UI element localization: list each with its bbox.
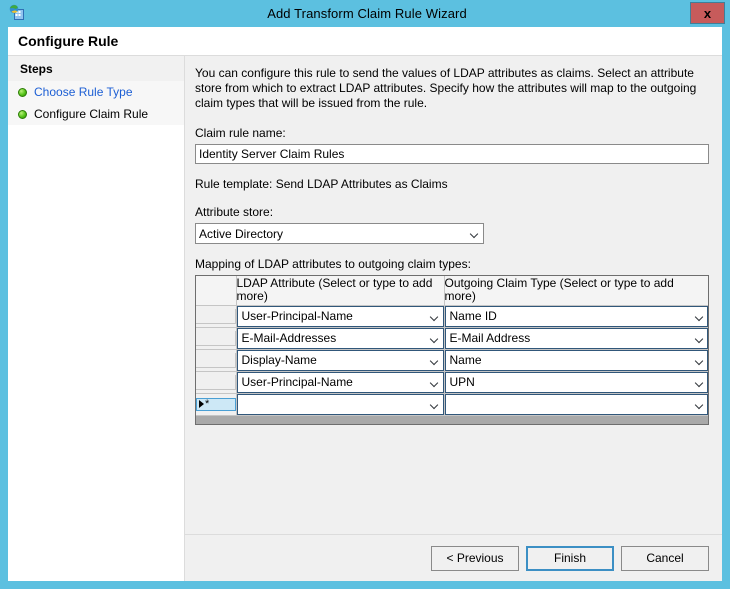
- outgoing-claim-type-cell[interactable]: Name: [444, 349, 708, 372]
- outgoing-claim-type-cell[interactable]: [444, 393, 708, 416]
- outgoing-claim-type-select[interactable]: E-Mail Address: [444, 327, 708, 349]
- steps-heading: Steps: [8, 56, 184, 81]
- page-header: Configure Rule: [8, 27, 722, 55]
- title-bar: Add Transform Claim Rule Wizard x: [0, 0, 730, 27]
- main-content: You can configure this rule to send the …: [185, 56, 722, 534]
- row-selector-cell[interactable]: [196, 371, 237, 394]
- grid-header-ldap-attribute: LDAP Attribute (Select or type to add mo…: [236, 276, 445, 306]
- wizard-frame: Configure Rule Steps Choose Rule Type Co…: [8, 27, 722, 581]
- table-row: User-Principal-Name Name ID: [196, 305, 708, 328]
- attribute-store-value: Active Directory: [199, 226, 284, 241]
- button-bar: < Previous Finish Cancel: [185, 534, 722, 581]
- ldap-attribute-value: E-Mail-Addresses: [241, 331, 337, 345]
- chevron-down-icon: [691, 313, 707, 320]
- ldap-attribute-select[interactable]: User-Principal-Name: [236, 305, 444, 327]
- ldap-attribute-cell[interactable]: User-Principal-Name: [236, 371, 445, 394]
- ldap-attribute-cell[interactable]: Display-Name: [236, 349, 445, 372]
- claim-rule-name-input[interactable]: Identity Server Claim Rules: [195, 144, 709, 164]
- outgoing-claim-type-cell[interactable]: UPN: [444, 371, 708, 394]
- current-row-arrow-icon: [199, 400, 204, 408]
- mapping-label: Mapping of LDAP attributes to outgoing c…: [195, 257, 471, 271]
- ldap-attribute-cell[interactable]: User-Principal-Name: [236, 305, 445, 328]
- outgoing-claim-type-value: E-Mail Address: [449, 331, 531, 345]
- row-selector-cell[interactable]: [196, 327, 237, 350]
- new-row-asterisk: *: [205, 397, 210, 410]
- outgoing-claim-type-select[interactable]: UPN: [444, 371, 708, 393]
- new-row-indicator: *: [196, 397, 236, 411]
- ldap-attribute-select[interactable]: E-Mail-Addresses: [236, 327, 444, 349]
- claim-rule-name-label: Claim rule name:: [195, 126, 286, 140]
- chevron-down-icon: [427, 313, 443, 320]
- outgoing-claim-type-cell[interactable]: E-Mail Address: [444, 327, 708, 350]
- window-title: Add Transform Claim Rule Wizard: [267, 6, 467, 21]
- sidebar-item-choose-rule-type[interactable]: Choose Rule Type: [8, 81, 184, 103]
- outgoing-claim-type-select[interactable]: [444, 393, 708, 415]
- grid-header-rowselector: [196, 276, 237, 306]
- wizard-globe-icon: [8, 4, 26, 22]
- chevron-down-icon: [691, 401, 707, 408]
- table-row-new: *: [196, 393, 708, 416]
- steps-sidebar: Steps Choose Rule Type Configure Claim R…: [8, 56, 185, 581]
- ldap-attribute-select[interactable]: Display-Name: [236, 349, 444, 371]
- ldap-attribute-value: User-Principal-Name: [241, 309, 353, 323]
- table-row: User-Principal-Name UPN: [196, 371, 708, 394]
- outgoing-claim-type-value: Name ID: [449, 309, 497, 323]
- ldap-attribute-value: User-Principal-Name: [241, 375, 353, 389]
- grid-header-outgoing-claim-type: Outgoing Claim Type (Select or type to a…: [444, 276, 708, 306]
- ldap-attribute-value: Display-Name: [241, 353, 317, 367]
- outgoing-claim-type-cell[interactable]: Name ID: [444, 305, 708, 328]
- new-row-selector-cell[interactable]: *: [196, 393, 237, 416]
- attribute-store-select[interactable]: Active Directory: [195, 223, 484, 244]
- body-row: Steps Choose Rule Type Configure Claim R…: [8, 55, 722, 581]
- row-selector-cell[interactable]: [196, 305, 237, 328]
- close-button[interactable]: x: [690, 2, 725, 24]
- table-row: Display-Name Name: [196, 349, 708, 372]
- cancel-button[interactable]: Cancel: [621, 545, 709, 571]
- chevron-down-icon: [691, 379, 707, 386]
- wizard-window: Add Transform Claim Rule Wizard x Config…: [0, 0, 730, 589]
- ldap-attribute-select[interactable]: User-Principal-Name: [236, 371, 444, 393]
- page-title: Configure Rule: [18, 33, 119, 49]
- grid-header-row: LDAP Attribute (Select or type to add mo…: [196, 276, 708, 306]
- chevron-down-icon: [427, 379, 443, 386]
- outgoing-claim-type-value: UPN: [449, 375, 475, 389]
- green-bullet-icon: [18, 87, 27, 97]
- ldap-attribute-cell[interactable]: E-Mail-Addresses: [236, 327, 445, 350]
- sidebar-item-label: Configure Claim Rule: [34, 107, 149, 121]
- outgoing-claim-type-value: Name: [449, 353, 482, 367]
- description-text: You can configure this rule to send the …: [195, 66, 697, 110]
- outgoing-claim-type-select[interactable]: Name ID: [444, 305, 708, 327]
- claim-rule-name-value: Identity Server Claim Rules: [199, 147, 345, 161]
- previous-button[interactable]: < Previous: [431, 545, 519, 571]
- rule-template-text: Rule template: Send LDAP Attributes as C…: [195, 177, 448, 191]
- row-selector-cell[interactable]: [196, 349, 237, 372]
- grid-empty-area: [196, 415, 708, 424]
- finish-button[interactable]: Finish: [526, 545, 614, 571]
- chevron-down-icon: [691, 335, 707, 342]
- chevron-down-icon: [466, 230, 483, 237]
- green-bullet-icon: [18, 109, 27, 119]
- ldap-attribute-select[interactable]: [236, 393, 444, 415]
- ldap-attribute-cell[interactable]: [236, 393, 445, 416]
- chevron-down-icon: [427, 357, 443, 364]
- chevron-down-icon: [427, 335, 443, 342]
- mapping-grid: LDAP Attribute (Select or type to add mo…: [195, 275, 709, 425]
- outgoing-claim-type-select[interactable]: Name: [444, 349, 708, 371]
- chevron-down-icon: [427, 401, 443, 408]
- attribute-store-label: Attribute store:: [195, 205, 274, 219]
- sidebar-item-label[interactable]: Choose Rule Type: [34, 85, 133, 99]
- table-row: E-Mail-Addresses E-Mail Address: [196, 327, 708, 350]
- chevron-down-icon: [691, 357, 707, 364]
- main-panel: You can configure this rule to send the …: [185, 56, 722, 581]
- sidebar-item-configure-claim-rule[interactable]: Configure Claim Rule: [8, 103, 184, 125]
